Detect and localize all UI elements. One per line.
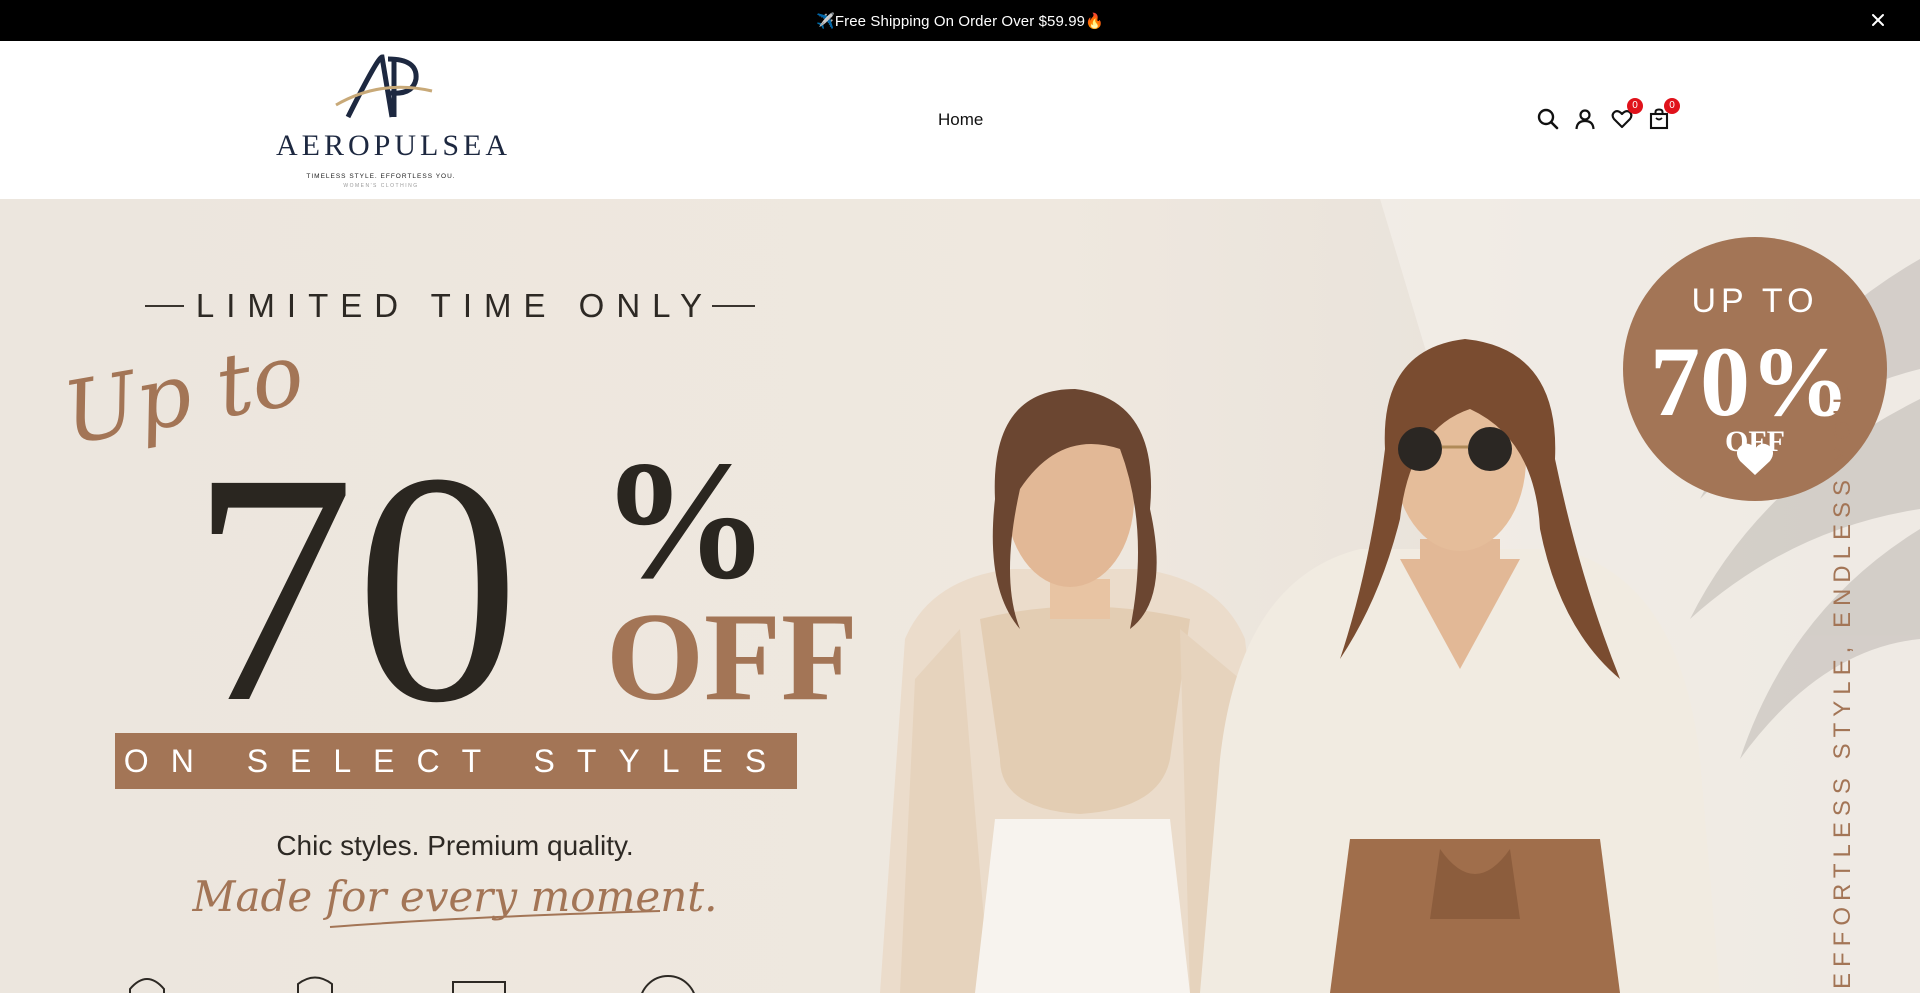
cart-button[interactable]: 0 <box>1647 98 1680 131</box>
site-header: AEROPULSEA TIMELESS STYLE. EFFORTLESS YO… <box>0 41 1920 200</box>
hero-percent: % <box>600 426 770 614</box>
user-icon <box>1575 109 1595 130</box>
hero-line2: Made for every moment. <box>191 872 717 921</box>
wishlist-button[interactable]: 0 <box>1610 98 1643 131</box>
hero-banner[interactable]: LIMITED TIME ONLY Up to 70 % OFF ON SELE… <box>0 199 1920 993</box>
hero-off: OFF <box>606 588 858 727</box>
brand-subline: WOMEN'S CLOTHING <box>343 183 419 189</box>
search-button[interactable] <box>1536 107 1560 131</box>
hero-big-number: 70 <box>190 406 520 771</box>
close-icon[interactable] <box>1870 12 1886 28</box>
announcement-bar: ✈️Free Shipping On Order Over $59.99🔥 <box>0 0 1920 41</box>
hero-kicker: LIMITED TIME ONLY <box>196 287 714 324</box>
hero-band-text: ON SELECT STYLES <box>124 743 788 779</box>
account-button[interactable] <box>1573 107 1597 131</box>
wishlist-count-badge: 0 <box>1627 98 1643 114</box>
badge-top-text: UP TO <box>1691 282 1818 320</box>
nav-home-link[interactable]: Home <box>938 110 983 130</box>
brand-tagline: TIMELESS STYLE. EFFORTLESS YOU. <box>306 173 456 180</box>
badge-value: 70% <box>1650 326 1850 437</box>
hero-vertical-text: EFFORTLESS STYLE, ENDLESS YOU. <box>1829 379 1856 989</box>
hero-line1: Chic styles. Premium quality. <box>276 830 633 861</box>
cart-count-badge: 0 <box>1664 98 1680 114</box>
hero-artwork: LIMITED TIME ONLY Up to 70 % OFF ON SELE… <box>0 199 1920 993</box>
announcement-text: ✈️Free Shipping On Order Over $59.99🔥 <box>816 12 1104 30</box>
search-icon <box>1537 108 1559 130</box>
brand-logo[interactable]: AEROPULSEA TIMELESS STYLE. EFFORTLESS YO… <box>276 53 512 189</box>
brand-monogram <box>335 54 433 119</box>
brand-name: AEROPULSEA <box>276 129 512 162</box>
header-icons: 0 0 <box>1536 98 1680 131</box>
